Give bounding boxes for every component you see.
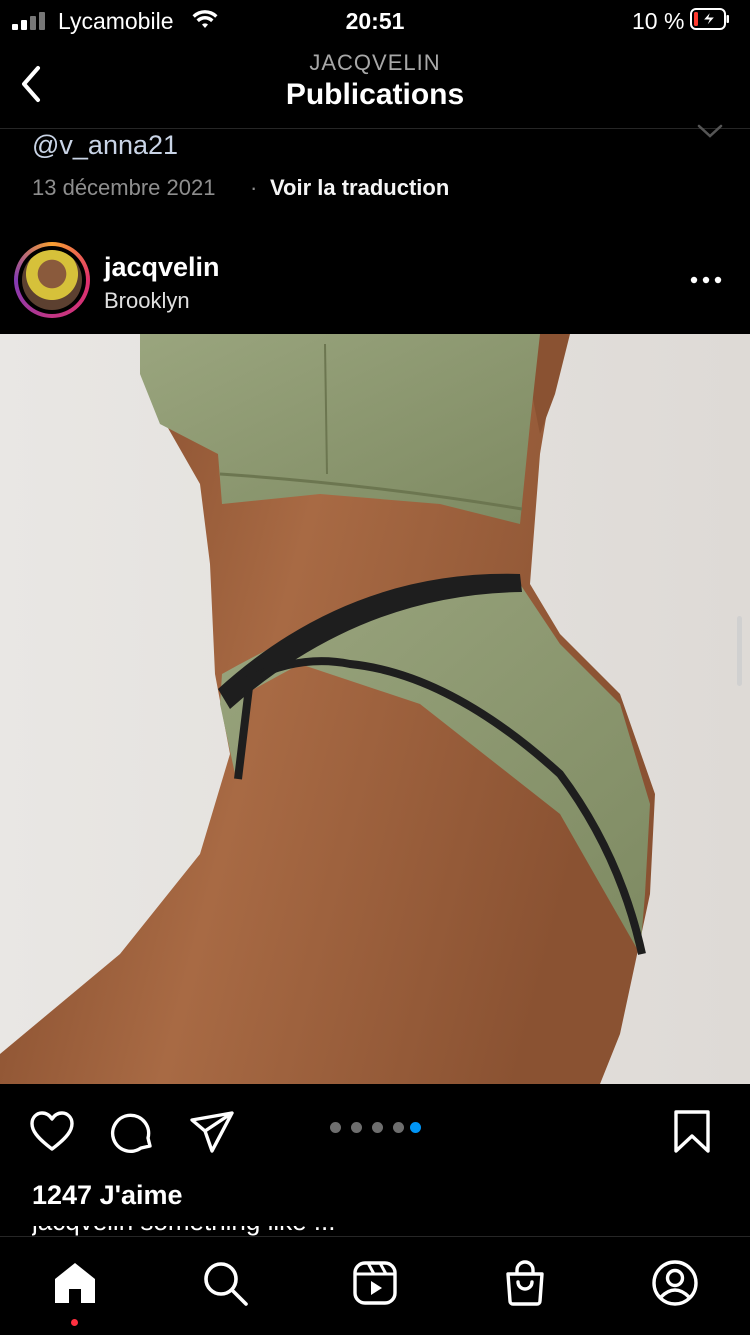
- bottom-tab-bar: [0, 1236, 750, 1335]
- shop-icon[interactable]: [501, 1259, 549, 1307]
- like-heart-icon[interactable]: [28, 1108, 76, 1156]
- like-count[interactable]: 1247 J'aime: [32, 1180, 183, 1211]
- avatar: [22, 250, 82, 310]
- carousel-dot: [372, 1122, 383, 1133]
- header-divider: [0, 128, 750, 129]
- caption-preview: jacqvelin something like ...: [32, 1226, 722, 1236]
- home-icon[interactable]: [51, 1259, 99, 1307]
- separator-dot: ·: [250, 175, 258, 200]
- post-date: 13 décembre 2021: [32, 175, 216, 200]
- status-bar: Lycamobile 20:51 10 %: [0, 0, 750, 44]
- profile-icon[interactable]: [651, 1259, 699, 1307]
- search-icon[interactable]: [201, 1259, 249, 1307]
- post-photo[interactable]: [0, 334, 750, 1084]
- post-location[interactable]: Brooklyn: [104, 288, 190, 314]
- carousel-dot: [393, 1122, 404, 1133]
- story-ring[interactable]: [14, 242, 90, 318]
- carousel-dot: [330, 1122, 341, 1133]
- mention-link[interactable]: @v_anna21: [32, 130, 178, 161]
- comment-icon[interactable]: [108, 1108, 156, 1156]
- carousel-dot: [351, 1122, 362, 1133]
- battery-percentage: 10 %: [632, 8, 685, 34]
- send-icon[interactable]: [188, 1108, 236, 1156]
- chevron-down-icon[interactable]: [696, 122, 724, 142]
- carousel-dot-active: [410, 1122, 421, 1133]
- scroll-indicator[interactable]: [737, 616, 742, 686]
- notification-dot: [71, 1319, 78, 1326]
- post-username[interactable]: jacqvelin: [104, 252, 220, 283]
- carousel-indicator: [330, 1122, 430, 1134]
- battery-charging-icon: [690, 8, 729, 30]
- reels-icon[interactable]: [351, 1259, 399, 1307]
- more-options-icon[interactable]: [688, 268, 724, 292]
- bookmark-icon[interactable]: [670, 1108, 714, 1156]
- photo-illustration: [0, 334, 750, 1084]
- page-title: Publications: [285, 78, 465, 111]
- see-translation-link[interactable]: Voir la traduction: [270, 175, 449, 201]
- account-name: JACQVELIN: [309, 50, 441, 75]
